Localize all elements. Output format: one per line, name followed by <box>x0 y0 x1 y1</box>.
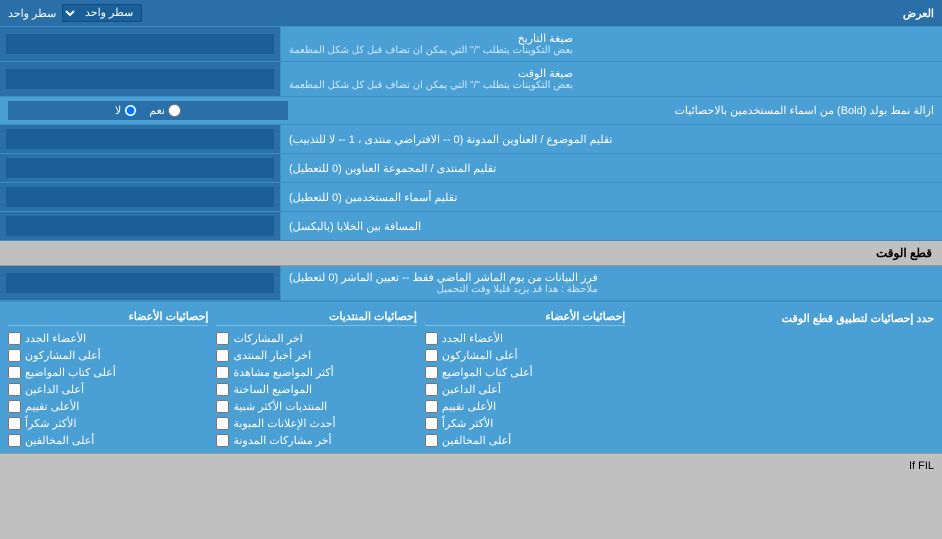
usernames-trim-input[interactable]: 0 <box>6 187 274 207</box>
col3-check-6[interactable] <box>8 434 21 447</box>
checkbox-item: أعلى المخالفين <box>425 434 625 447</box>
col1-check-2[interactable] <box>425 366 438 379</box>
checkbox-item: المنتديات الأكثر شبية <box>216 400 416 413</box>
usernames-trim-row: تقليم أسماء المستخدمين (0 للتعطيل) 0 <box>0 183 942 212</box>
date-format-input[interactable]: d-m <box>6 34 274 54</box>
col2-check-2[interactable] <box>216 366 229 379</box>
checkbox-item: المواضيع الساخنة <box>216 383 416 396</box>
checkbox-item: أعلى الداعين <box>8 383 208 396</box>
main-container: العرض سطر واحدسطرانثلاثة أسطر سطر واحد ص… <box>0 0 942 476</box>
topic-address-input[interactable]: 33 <box>6 129 274 149</box>
radio-no[interactable] <box>124 104 137 117</box>
bold-radio-options: نعم لا <box>8 101 288 120</box>
col1-check-1[interactable] <box>425 349 438 362</box>
topic-address-input-container: 33 <box>0 125 280 153</box>
header-label: العرض <box>903 7 934 20</box>
checkbox-item: أخر مشاركات المدونة <box>216 434 416 447</box>
checkbox-item: أحدث الإعلانات المبوبة <box>216 417 416 430</box>
forum-address-input-container: 33 <box>0 154 280 182</box>
time-format-input[interactable]: H:i <box>6 69 274 89</box>
topic-address-label: تقليم الموضوع / العناوين المدونة (0 -- ا… <box>280 125 942 153</box>
checkboxes-section: حدد إحصائيات لتطبيق قطع الوقت إحصائيات ا… <box>0 301 942 453</box>
checkbox-item: اخر أخبار المنتدى <box>216 349 416 362</box>
date-format-label: صيغة التاريخ بعض التكوينات يتطلب "/" الت… <box>280 27 942 61</box>
cell-spacing-row: المسافة بين الخلايا (بالبكسل) 2 <box>0 212 942 241</box>
checkbox-item: الأكثر شكراً <box>425 417 625 430</box>
col3-check-0[interactable] <box>8 332 21 345</box>
date-format-input-container: d-m <box>0 27 280 61</box>
checkbox-item: أعلى الداعين <box>425 383 625 396</box>
col3-header: إحصائيات الأعضاء <box>8 308 208 326</box>
col3-check-3[interactable] <box>8 383 21 396</box>
col3-check-2[interactable] <box>8 366 21 379</box>
col3-check-5[interactable] <box>8 417 21 430</box>
checkbox-item: الأعلى تقييم <box>425 400 625 413</box>
checkbox-item: الأعضاء الجدد <box>425 332 625 345</box>
bottom-text: If FIL <box>909 460 934 472</box>
col1-check-0[interactable] <box>425 332 438 345</box>
col1-check-4[interactable] <box>425 400 438 413</box>
col3-check-4[interactable] <box>8 400 21 413</box>
forum-address-label: تقليم المنتدى / المجموعة العناوين (0 للت… <box>280 154 942 182</box>
display-select[interactable]: سطر واحدسطرانثلاثة أسطر <box>62 4 142 22</box>
forum-address-row: تقليم المنتدى / المجموعة العناوين (0 للت… <box>0 154 942 183</box>
col2-check-0[interactable] <box>216 332 229 345</box>
checkbox-item: الأعلى تقييم <box>8 400 208 413</box>
radio-yes-label[interactable]: نعم <box>149 104 181 117</box>
checkbox-grid: إحصائيات الأعضاء الأعضاء الجدد أعلى المش… <box>8 308 625 447</box>
col2-header: إحصائيات المنتديات <box>216 308 416 326</box>
cell-spacing-input-container: 2 <box>0 212 280 240</box>
checkbox-item: اخر المشاركات <box>216 332 416 345</box>
time-cutoff-input[interactable]: 0 <box>6 273 274 293</box>
time-cutoff-header: قطع الوقت <box>0 241 942 266</box>
checkbox-col-2: إحصائيات المنتديات اخر المشاركات اخر أخب… <box>216 308 416 447</box>
col1-header: إحصائيات الأعضاء <box>425 308 625 326</box>
col2-check-6[interactable] <box>216 434 229 447</box>
time-cutoff-row: فرز البيانات من يوم الماشر الماضي فقط --… <box>0 266 942 301</box>
stats-apply-label: حدد إحصائيات لتطبيق قطع الوقت <box>625 308 934 325</box>
header-row: العرض سطر واحدسطرانثلاثة أسطر سطر واحد <box>0 0 942 27</box>
bold-usernames-row: ازالة نمط بولد (Bold) من اسماء المستخدمي… <box>0 97 942 125</box>
col2-check-1[interactable] <box>216 349 229 362</box>
col1-check-3[interactable] <box>425 383 438 396</box>
time-format-row: صيغة الوقت بعض التكوينات يتطلب "/" التي … <box>0 62 942 97</box>
time-format-input-container: H:i <box>0 62 280 96</box>
time-cutoff-input-container: 0 <box>0 266 280 300</box>
checkbox-item: أكثر المواضيع مشاهدة <box>216 366 416 379</box>
cell-spacing-label: المسافة بين الخلايا (بالبكسل) <box>280 212 942 240</box>
checkbox-item: أعلى كتاب المواضيع <box>425 366 625 379</box>
checkbox-col-1: إحصائيات الأعضاء الأعضاء الجدد أعلى المش… <box>425 308 625 447</box>
bold-label: ازالة نمط بولد (Bold) من اسماء المستخدمي… <box>288 104 934 117</box>
checkbox-item: الأكثر شكراً <box>8 417 208 430</box>
forum-address-input[interactable]: 33 <box>6 158 274 178</box>
radio-yes[interactable] <box>168 104 181 117</box>
topic-address-row: تقليم الموضوع / العناوين المدونة (0 -- ا… <box>0 125 942 154</box>
checkbox-item: أعلى المخالفين <box>8 434 208 447</box>
usernames-trim-input-container: 0 <box>0 183 280 211</box>
cell-spacing-input[interactable]: 2 <box>6 216 274 236</box>
usernames-trim-label: تقليم أسماء المستخدمين (0 للتعطيل) <box>280 183 942 211</box>
checkbox-item: أعلى المشاركون <box>8 349 208 362</box>
col2-check-3[interactable] <box>216 383 229 396</box>
col3-check-1[interactable] <box>8 349 21 362</box>
col2-check-5[interactable] <box>216 417 229 430</box>
time-format-label: صيغة الوقت بعض التكوينات يتطلب "/" التي … <box>280 62 942 96</box>
checkbox-col-3: إحصائيات الأعضاء الأعضاء الجدد أعلى المش… <box>8 308 208 447</box>
bottom-bar: If FIL <box>0 453 942 476</box>
checkbox-item: الأعضاء الجدد <box>8 332 208 345</box>
col2-check-4[interactable] <box>216 400 229 413</box>
radio-no-label[interactable]: لا <box>115 104 137 117</box>
time-cutoff-label: فرز البيانات من يوم الماشر الماضي فقط --… <box>280 266 942 300</box>
checkbox-item: أعلى المشاركون <box>425 349 625 362</box>
col1-check-5[interactable] <box>425 417 438 430</box>
checkbox-item: أعلى كتاب المواضيع <box>8 366 208 379</box>
select-label: سطر واحد <box>8 7 56 20</box>
date-format-row: صيغة التاريخ بعض التكوينات يتطلب "/" الت… <box>0 27 942 62</box>
col1-check-6[interactable] <box>425 434 438 447</box>
